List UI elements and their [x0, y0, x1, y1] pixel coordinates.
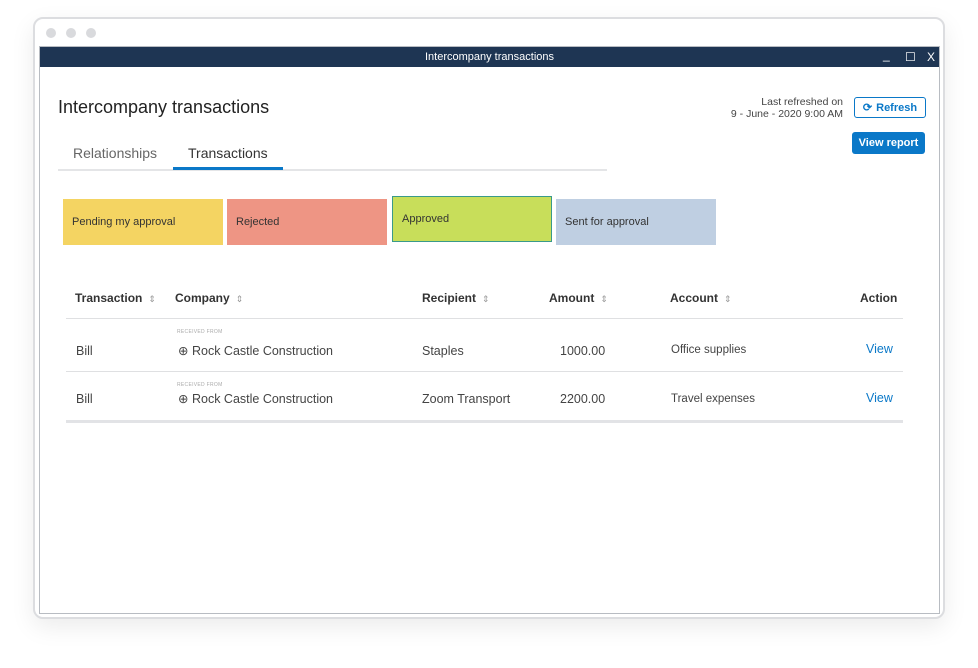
page-title: Intercompany transactions: [58, 97, 269, 118]
cell-account: Travel expenses: [671, 393, 755, 405]
refresh-icon: ⟳: [863, 101, 872, 114]
title-bar: Intercompany transactions: [40, 47, 939, 67]
minimize-button[interactable]: _: [883, 45, 890, 65]
column-header-account[interactable]: Account⇕: [670, 291, 732, 305]
refresh-button[interactable]: ⟳ Refresh: [854, 97, 926, 118]
sort-icon: ⇕: [482, 294, 490, 304]
status-card-sent[interactable]: Sent for approval: [556, 199, 716, 245]
row-divider: [66, 371, 903, 372]
app-window: Intercompany transactions _ ☐ X Intercom…: [39, 46, 940, 614]
cell-company: ⊕ Rock Castle Construction: [178, 391, 333, 406]
received-icon: ⊕: [178, 344, 188, 358]
company-direction-label: RECEIVED FROM: [177, 382, 223, 388]
tab-divider: [58, 169, 607, 171]
column-header-amount[interactable]: Amount⇕: [549, 291, 608, 305]
view-link[interactable]: View: [866, 391, 893, 405]
cell-transaction: Bill: [76, 392, 93, 406]
sort-icon: ⇕: [600, 294, 608, 304]
last-refreshed-label: Last refreshed on: [731, 96, 843, 108]
last-refreshed: Last refreshed on 9 - June - 2020 9:00 A…: [731, 96, 843, 120]
received-icon: ⊕: [178, 392, 188, 406]
maximize-button[interactable]: ☐: [905, 47, 916, 67]
column-header-company[interactable]: Company⇕: [175, 291, 243, 305]
cell-recipient: Zoom Transport: [422, 392, 510, 406]
cell-amount: 2200.00: [560, 392, 605, 406]
cell-account: Office supplies: [671, 344, 746, 356]
column-header-transaction[interactable]: Transaction⇕: [75, 291, 156, 305]
status-card-approved[interactable]: Approved: [392, 196, 552, 242]
window-title: Intercompany transactions: [425, 51, 554, 63]
table-divider: [66, 318, 903, 319]
active-tab-indicator: [173, 167, 283, 170]
window-dot-icon: [46, 28, 56, 38]
company-direction-label: RECEIVED FROM: [177, 329, 223, 335]
view-report-button[interactable]: View report: [852, 132, 925, 154]
cell-amount: 1000.00: [560, 344, 605, 358]
sort-icon: ⇕: [724, 294, 732, 304]
cell-transaction: Bill: [76, 344, 93, 358]
window-dot-icon: [86, 28, 96, 38]
view-link[interactable]: View: [866, 342, 893, 356]
sort-icon: ⇕: [236, 294, 244, 304]
table-bottom-border: [66, 420, 903, 423]
tab-transactions[interactable]: Transactions: [188, 145, 268, 161]
refresh-label: Refresh: [876, 102, 917, 114]
column-header-action: Action: [860, 291, 897, 305]
tab-relationships[interactable]: Relationships: [73, 145, 157, 161]
status-card-pending[interactable]: Pending my approval: [63, 199, 223, 245]
close-button[interactable]: X: [927, 47, 935, 67]
cell-recipient: Staples: [422, 344, 464, 358]
status-card-rejected[interactable]: Rejected: [227, 199, 387, 245]
window-dot-icon: [66, 28, 76, 38]
cell-company: ⊕ Rock Castle Construction: [178, 343, 333, 358]
last-refreshed-value: 9 - June - 2020 9:00 AM: [731, 108, 843, 120]
column-header-recipient[interactable]: Recipient⇕: [422, 291, 490, 305]
sort-icon: ⇕: [148, 294, 156, 304]
